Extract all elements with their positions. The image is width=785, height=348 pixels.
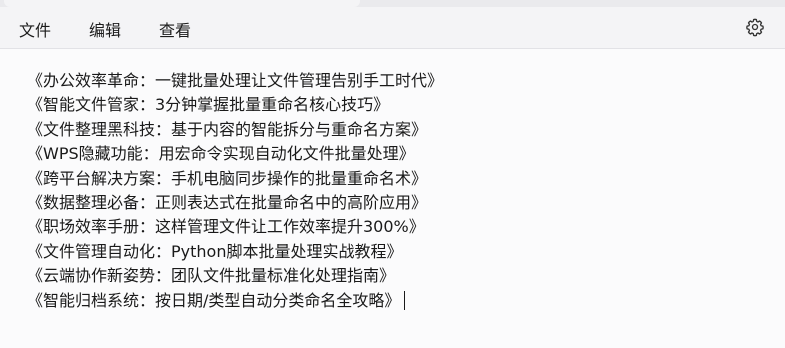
text-line[interactable]: 《职场效率手册：这样管理文件让工作效率提升300%》 xyxy=(27,215,443,239)
text-caret xyxy=(404,290,406,310)
text-line[interactable]: 《跨平台解决方案：手机电脑同步操作的批量重命名术》 xyxy=(27,167,443,191)
menu-file[interactable]: 文件 xyxy=(19,17,51,41)
active-tab-edge[interactable] xyxy=(4,0,360,7)
text-line[interactable]: 《文件管理自动化：Python脚本批量处理实战教程》 xyxy=(27,240,443,264)
text-line[interactable]: 《数据整理必备：正则表达式在批量命名中的高阶应用》 xyxy=(27,191,443,215)
menu-edit[interactable]: 编辑 xyxy=(89,17,121,41)
gear-icon xyxy=(746,18,764,37)
text-line[interactable]: 《WPS隐藏功能：用宏命令实现自动化文件批量处理》 xyxy=(27,142,443,166)
text-editor[interactable]: 《办公效率革命：一键批量处理让文件管理告别手工时代》 《智能文件管家：3分钟掌握… xyxy=(0,49,785,348)
settings-button[interactable] xyxy=(745,17,765,37)
text-line[interactable]: 《云端协作新姿势：团队文件批量标准化处理指南》 xyxy=(27,264,443,288)
last-line-text: 《智能归档系统：按日期/类型自动分类命名全攻略》 xyxy=(27,290,401,310)
text-line[interactable]: 《办公效率革命：一键批量处理让文件管理告别手工时代》 xyxy=(27,69,443,93)
menu-view[interactable]: 查看 xyxy=(159,17,191,41)
text-line[interactable]: 《智能文件管家：3分钟掌握批量重命名核心技巧》 xyxy=(27,93,443,117)
window-top-strip xyxy=(0,0,785,7)
text-lines: 《办公效率革命：一键批量处理让文件管理告别手工时代》 《智能文件管家：3分钟掌握… xyxy=(27,69,443,313)
text-line[interactable]: 《文件整理黑科技：基于内容的智能拆分与重命名方案》 xyxy=(27,118,443,142)
text-line-last[interactable]: 《智能归档系统：按日期/类型自动分类命名全攻略》 xyxy=(27,289,443,313)
menu-bar: 文件 编辑 查看 xyxy=(0,7,785,49)
